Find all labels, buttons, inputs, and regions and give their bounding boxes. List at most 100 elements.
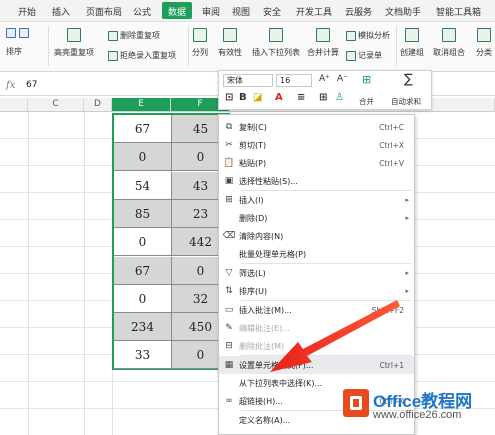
context-menu-item[interactable]: 删除(D) ▸ — [219, 209, 414, 227]
font-color-icon[interactable]: A — [275, 92, 283, 103]
record-form-icon — [346, 50, 356, 61]
context-menu-item[interactable]: ▦ 设置单元格格式(F)... Ctrl+1 — [219, 356, 414, 374]
tab-start[interactable]: 开始 — [18, 5, 36, 18]
context-menu-item[interactable]: ⇅ 排序(U) ▸ — [219, 282, 414, 300]
table-cell[interactable]: 0 — [114, 284, 172, 313]
ribbon: 排序 高亮重复项 删除重复项 拒绝录入重复项 分列 有效性 插入下拉列表 合并计… — [0, 22, 495, 72]
context-menu-item[interactable]: ⌫ 清除内容(N) — [219, 227, 414, 245]
paste-icon: 📋 — [223, 158, 235, 168]
ribbon-divider — [48, 26, 49, 66]
autosum-icon[interactable]: ∑ — [404, 72, 413, 87]
merge-button-label[interactable]: 合并 — [359, 96, 374, 107]
shortcut-label: Ctrl+V — [379, 158, 404, 168]
tab-insert[interactable]: 插入 — [52, 5, 70, 18]
cut-icon: ✂ — [225, 140, 233, 150]
validity-button[interactable]: 有效性 — [218, 28, 242, 58]
table-cell[interactable]: 54 — [114, 171, 172, 200]
column-header-e[interactable]: E — [112, 98, 171, 112]
sort-button-label: 排序 — [6, 47, 22, 56]
validity-icon — [223, 28, 237, 42]
office-logo-icon — [343, 389, 369, 417]
context-menu-label: 删除批注(M) — [239, 341, 285, 351]
table-cell[interactable]: 234 — [114, 313, 172, 342]
simulate-analysis-button[interactable]: 模拟分析 — [346, 30, 390, 41]
format-painter-icon[interactable]: ♙ — [335, 92, 344, 103]
tab-page-layout[interactable]: 页面布局 — [86, 5, 122, 18]
split-column-icon — [193, 28, 207, 42]
context-menu-item[interactable]: 📋 粘贴(P) Ctrl+V — [219, 154, 414, 172]
reject-duplicates-button[interactable]: 拒绝录入重复项 — [108, 50, 176, 61]
increase-font-icon[interactable]: A⁺ — [319, 74, 330, 84]
tab-smart-toolbox[interactable]: 智能工具箱 — [436, 5, 481, 18]
sort-group[interactable]: 排序 — [6, 28, 29, 57]
tab-formula[interactable]: 公式 — [133, 5, 151, 18]
context-menu-item[interactable]: ▣ 选择性粘贴(S)... — [219, 172, 414, 190]
ungroup-button[interactable]: 取消组合 — [433, 28, 465, 58]
table-cell[interactable]: 67 — [114, 115, 172, 143]
context-menu-label: 批量处理单元格(P) — [239, 249, 307, 259]
table-cell[interactable]: 0 — [114, 143, 172, 172]
table-cell[interactable]: 85 — [114, 199, 172, 228]
filter-icon: ▽ — [225, 268, 233, 278]
delete-duplicates-button[interactable]: 删除重复项 — [108, 30, 160, 41]
fill-color-icon[interactable]: ◪ — [253, 92, 262, 103]
ungroup-icon — [442, 28, 456, 42]
formula-input[interactable]: 67 — [26, 80, 37, 90]
context-menu-item[interactable]: ▽ 筛选(L) ▸ — [219, 264, 414, 282]
simulate-analysis-icon — [346, 30, 356, 41]
merge-center-icon[interactable]: ⊞ — [362, 73, 371, 86]
shortcut-label: Ctrl+C — [379, 122, 404, 132]
borders-icon[interactable]: ⊞ — [319, 92, 327, 103]
selected-range[interactable]: 67 45 0 0 54 43 85 23 0 442 67 0 0 32 234 450 33 0 — [112, 113, 230, 370]
watermark-url: www.office26.com — [373, 409, 462, 421]
dropdown-list-icon — [269, 28, 283, 42]
tab-cloud[interactable]: 云服务 — [345, 5, 372, 18]
font-size-select[interactable]: 16 — [276, 74, 312, 87]
decrease-font-icon[interactable]: A⁻ — [337, 74, 348, 84]
column-header-d[interactable]: D — [84, 98, 112, 112]
context-menu-item[interactable]: ⧉ 复制(C) Ctrl+C — [219, 118, 414, 136]
context-menu-label: 编辑批注(E)... — [239, 323, 290, 333]
fx-icon[interactable]: fx — [6, 80, 15, 91]
consolidate-button[interactable]: 合并计算 — [307, 28, 339, 58]
subtotal-button[interactable]: 分类 — [476, 28, 492, 58]
tab-view[interactable]: 视图 — [232, 5, 250, 18]
sort-asc-icon — [6, 28, 16, 38]
comment-icon: ▭ — [224, 305, 234, 315]
context-menu-label: 选择性粘贴(S)... — [239, 176, 298, 186]
autosum-button-label[interactable]: 自动求和 — [391, 96, 421, 107]
tab-developer[interactable]: 开发工具 — [296, 5, 332, 18]
column-header-c[interactable]: C — [28, 98, 84, 112]
reject-duplicates-icon — [108, 50, 118, 61]
context-menu-label: 插入(I) — [239, 195, 264, 205]
consolidate-icon — [316, 28, 330, 42]
table-cell[interactable]: 0 — [114, 228, 172, 257]
context-menu-item[interactable]: 批量处理单元格(P) — [219, 245, 414, 263]
table-cell[interactable]: 33 — [114, 341, 172, 370]
tab-doc-assistant[interactable]: 文档助手 — [385, 5, 421, 18]
record-form-button[interactable]: 记录单 — [346, 50, 382, 61]
border-icon[interactable]: ⊡ — [225, 92, 233, 103]
context-menu-item[interactable]: ⊞ 插入(I) ▸ — [219, 191, 414, 209]
delete-comment-icon: ⊟ — [225, 341, 233, 351]
insert-icon: ⊞ — [225, 195, 233, 205]
shortcut-label: Ctrl+X — [379, 140, 404, 150]
copy-icon: ⧉ — [225, 122, 233, 132]
split-column-button[interactable]: 分列 — [192, 28, 208, 58]
align-center-icon[interactable]: ≡ — [297, 92, 305, 103]
tab-review[interactable]: 审阅 — [202, 5, 220, 18]
font-name-select[interactable]: 宋体 — [223, 74, 273, 87]
tab-data[interactable]: 数据 — [162, 2, 193, 19]
select-all-corner[interactable] — [0, 98, 28, 112]
highlight-duplicates-button[interactable]: 高亮重复项 — [54, 28, 94, 58]
create-group-button[interactable]: 创建组 — [400, 28, 424, 58]
context-menu-item[interactable]: ✂ 剪切(T) Ctrl+X — [219, 136, 414, 154]
sort-icon: ⇅ — [225, 286, 233, 296]
bold-icon[interactable]: B — [239, 92, 247, 103]
ribbon-divider — [188, 26, 189, 66]
context-menu-item[interactable]: ▭ 插入批注(M)... Shift+F2 — [219, 301, 414, 319]
table-cell[interactable]: 67 — [114, 256, 172, 285]
dropdown-list-button[interactable]: 插入下拉列表 — [252, 28, 300, 58]
tab-security[interactable]: 安全 — [263, 5, 281, 18]
context-menu-item: ⊟ 删除批注(M) — [219, 337, 414, 355]
